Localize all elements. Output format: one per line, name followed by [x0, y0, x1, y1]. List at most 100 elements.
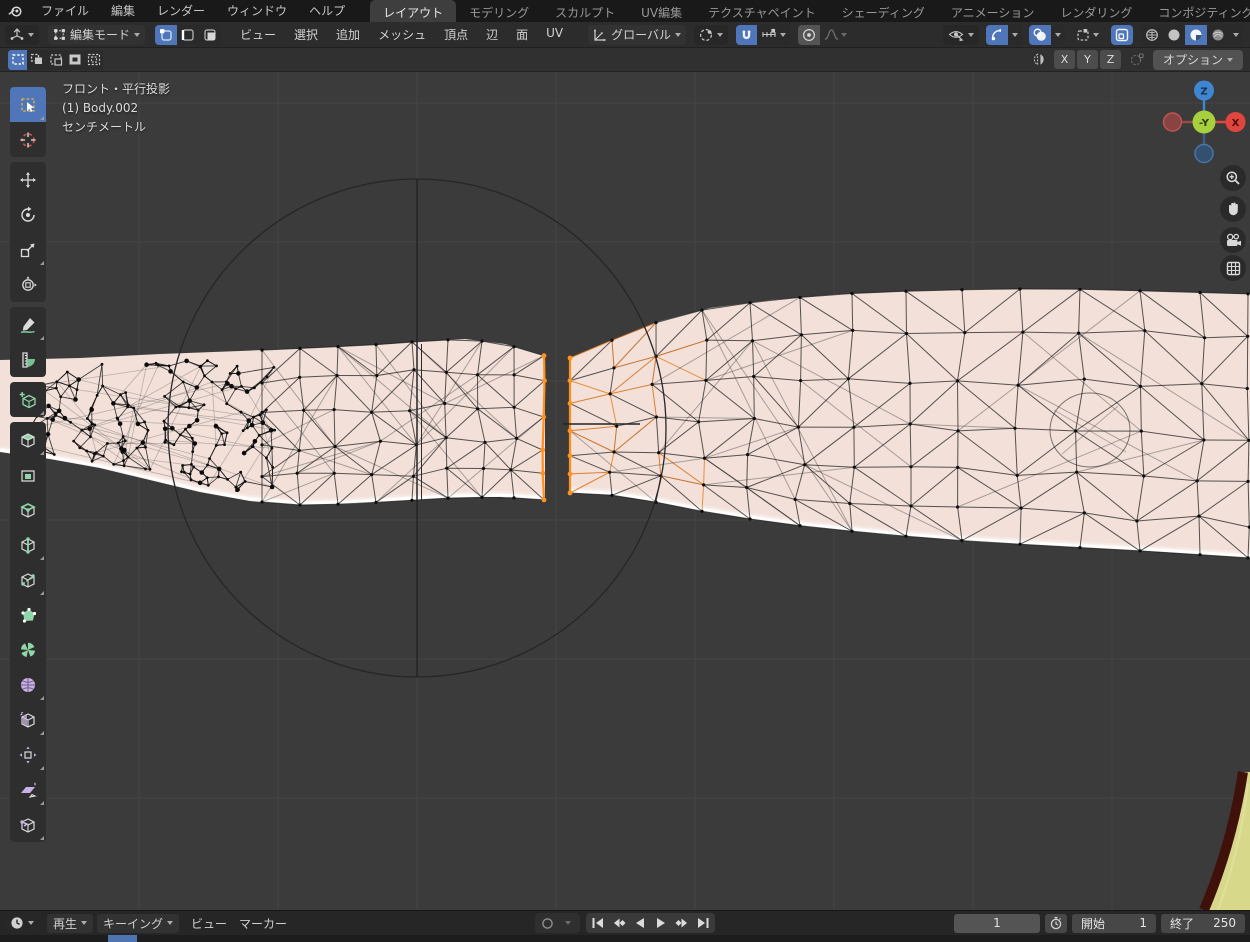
select-box-mode-subtract[interactable]: [46, 50, 65, 70]
material-preview-shading-button[interactable]: [1185, 25, 1207, 45]
play-button[interactable]: [651, 914, 671, 932]
show-gizmo-button[interactable]: [986, 25, 1008, 45]
header-menu-4[interactable]: 頂点: [435, 23, 477, 46]
pan-hand-button[interactable]: [1220, 196, 1246, 222]
grid-ortho-button[interactable]: [1220, 255, 1246, 281]
proportional-edit-button[interactable]: [798, 25, 820, 45]
select-mode-face[interactable]: [199, 25, 221, 45]
tool-cursor[interactable]: [10, 122, 46, 157]
tool-annotate[interactable]: [10, 307, 46, 342]
tool-shrink-fatten[interactable]: [10, 737, 46, 772]
header-menu-1[interactable]: 選択: [285, 23, 327, 46]
tool-select-box[interactable]: [10, 87, 46, 122]
transform-orientation[interactable]: グローバル: [588, 25, 686, 45]
preview-range-button[interactable]: [1045, 914, 1067, 933]
playhead-marker[interactable]: [108, 935, 137, 942]
tool-edge-slide[interactable]: [10, 702, 46, 737]
snap-target-button[interactable]: [757, 25, 790, 45]
tool-rip-region[interactable]: [10, 807, 46, 842]
header-menu-2[interactable]: 追加: [327, 23, 369, 46]
topbar-menu-3[interactable]: ウィンドウ: [216, 0, 298, 22]
select-mode-edge[interactable]: [177, 25, 199, 45]
viewport-canvas[interactable]: フロント・平行投影 (1) Body.002 センチメートル Z X -Y: [0, 72, 1250, 910]
tool-scale[interactable]: [10, 232, 46, 267]
select-box-mode-extend[interactable]: [27, 50, 46, 70]
pivot-point-button[interactable]: [694, 25, 728, 45]
workspace-tab-6[interactable]: アニメーション: [938, 0, 1048, 22]
current-frame-field[interactable]: 1: [954, 914, 1040, 933]
shading-dropdown[interactable]: [1229, 25, 1243, 45]
solid-shading-button[interactable]: [1163, 25, 1185, 45]
tool-extrude-region[interactable]: [10, 422, 46, 457]
blender-logo-icon[interactable]: [0, 0, 30, 22]
tool-transform[interactable]: [10, 267, 46, 302]
timeline-editor-type-button[interactable]: [5, 913, 39, 933]
workspace-tab-4[interactable]: テクスチャペイント: [695, 0, 829, 22]
rendered-shading-button[interactable]: [1207, 25, 1229, 45]
workspace-tab-1[interactable]: モデリング: [456, 0, 542, 22]
workspace-tab-0[interactable]: レイアウト: [370, 0, 456, 22]
camera-view-button[interactable]: [1220, 227, 1246, 253]
workspace-tab-2[interactable]: スカルプト: [542, 0, 628, 22]
viewport-options-button[interactable]: [1072, 25, 1103, 45]
topbar-menu-0[interactable]: ファイル: [30, 0, 100, 22]
topbar-menu-4[interactable]: ヘルプ: [298, 0, 356, 22]
tool-loop-cut[interactable]: [10, 527, 46, 562]
tool-smooth[interactable]: [10, 667, 46, 702]
overlays-dropdown[interactable]: [1051, 25, 1065, 45]
tool-rotate[interactable]: [10, 197, 46, 232]
timeline-view-menu[interactable]: ビュー: [185, 914, 233, 933]
editor-type-button[interactable]: [5, 25, 39, 45]
autokey-dropdown[interactable]: [558, 914, 578, 932]
keying-menu[interactable]: キーイング: [97, 914, 179, 933]
playback-menu[interactable]: 再生: [47, 914, 93, 933]
show-overlays-button[interactable]: [1029, 25, 1051, 45]
header-menu-3[interactable]: メッシュ: [369, 23, 435, 46]
mirror-axis-x[interactable]: X: [1054, 50, 1075, 69]
gizmo-neg-z-axis[interactable]: [1195, 145, 1213, 163]
gizmo-neg-x-axis[interactable]: [1164, 113, 1182, 131]
topbar-menu-2[interactable]: レンダー: [146, 0, 216, 22]
tool-measure[interactable]: [10, 342, 46, 377]
mirror-axis-z[interactable]: Z: [1100, 50, 1121, 69]
navigation-gizmo[interactable]: Z X -Y: [1162, 80, 1246, 164]
workspace-tab-3[interactable]: UV編集: [628, 0, 695, 22]
jump-to-start-button[interactable]: [588, 914, 608, 932]
gizmo-dropdown[interactable]: [1008, 25, 1022, 45]
tool-bevel[interactable]: [10, 492, 46, 527]
wireframe-shading-button[interactable]: [1141, 25, 1163, 45]
frame-start-field[interactable]: 開始 1: [1072, 914, 1156, 933]
tool-shear[interactable]: [10, 772, 46, 807]
mode-selector[interactable]: 編集モード: [48, 25, 145, 45]
workspace-tab-7[interactable]: レンダリング: [1047, 0, 1145, 22]
toggle-xray-button[interactable]: [1111, 25, 1133, 45]
topbar-menu-1[interactable]: 編集: [100, 0, 146, 22]
header-menu-0[interactable]: ビュー: [231, 23, 285, 46]
select-box-mode-new[interactable]: [8, 50, 27, 70]
timeline-marker-menu[interactable]: マーカー: [233, 914, 293, 933]
mirror-axis-y[interactable]: Y: [1077, 50, 1098, 69]
workspace-tab-5[interactable]: シェーディング: [829, 0, 938, 22]
tool-options-dropdown[interactable]: オプション: [1153, 50, 1243, 70]
jump-to-end-button[interactable]: [693, 914, 713, 932]
zoom-button[interactable]: [1220, 165, 1246, 191]
workspace-tab-8[interactable]: コンポジティング: [1145, 0, 1250, 22]
header-menu-5[interactable]: 辺: [477, 23, 507, 46]
timeline-track-strip[interactable]: [0, 935, 1250, 942]
prev-keyframe-button[interactable]: [609, 914, 629, 932]
next-keyframe-button[interactable]: [672, 914, 692, 932]
symmetry-snap-icon[interactable]: [1129, 52, 1145, 67]
select-box-mode-intersect[interactable]: [84, 50, 103, 70]
auto-keying-button[interactable]: [537, 914, 557, 932]
tool-knife[interactable]: [10, 562, 46, 597]
object-visibility-button[interactable]: [943, 25, 979, 45]
tool-spin[interactable]: [10, 632, 46, 667]
select-box-mode-invert[interactable]: [65, 50, 84, 70]
tool-inset-faces[interactable]: [10, 457, 46, 492]
falloff-curve-button[interactable]: [820, 25, 851, 45]
select-mode-vertex[interactable]: [155, 25, 177, 45]
header-menu-6[interactable]: 面: [507, 23, 537, 46]
frame-end-field[interactable]: 終了 250: [1161, 914, 1245, 933]
tool-add-cube[interactable]: [10, 382, 46, 417]
tool-poly-build[interactable]: [10, 597, 46, 632]
